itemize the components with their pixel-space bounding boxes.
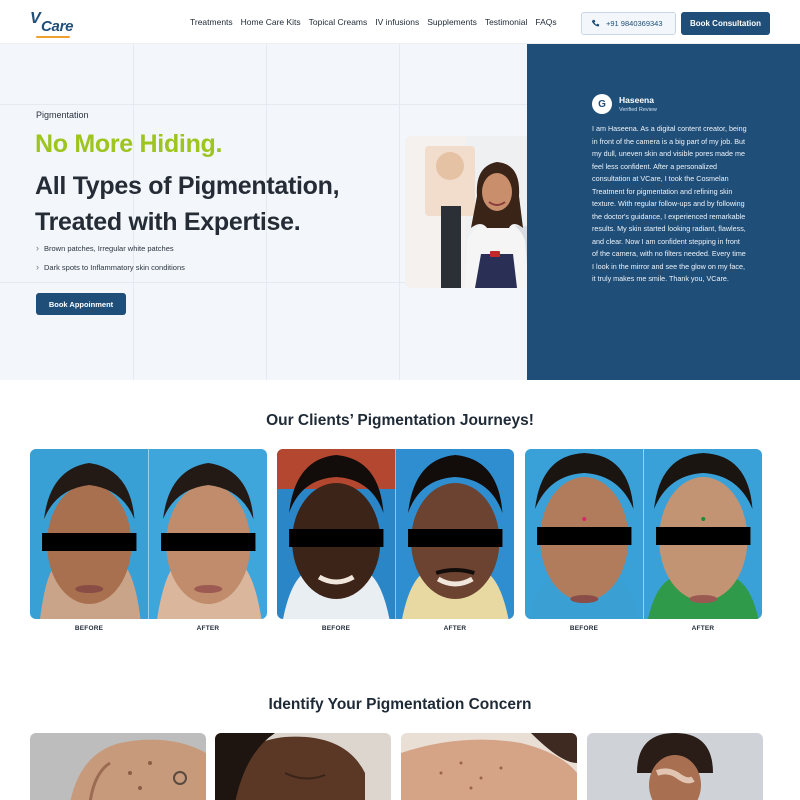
hero-eyebrow: Pigmentation <box>36 110 89 120</box>
vcare-logo[interactable]: V Care <box>28 8 74 38</box>
testimonial-text: I am Haseena. As a digital content creat… <box>592 124 747 283</box>
before-label: BEFORE <box>74 625 104 632</box>
before-label: BEFORE <box>321 625 351 632</box>
verified-badge: Verified Review <box>619 107 657 113</box>
book-appointment-button[interactable]: Book Appoinment <box>36 293 126 315</box>
site-header: V Care Treatments Home Care Kits Topical… <box>0 0 800 44</box>
phone-button[interactable]: +91 9840369343 <box>581 12 676 35</box>
nav-topical-creams[interactable]: Topical Creams <box>309 17 368 27</box>
after-label: AFTER <box>691 625 715 632</box>
journey-card[interactable] <box>30 449 267 619</box>
hero-bullet: › Dark spots to Inflammatory skin condit… <box>36 262 185 272</box>
main-nav: Treatments Home Care Kits Topical Creams… <box>190 17 565 27</box>
after-photo <box>395 449 514 619</box>
nav-treatments[interactable]: Treatments <box>190 17 233 27</box>
logo-v: V <box>30 10 41 27</box>
hero-bullet-text: Dark spots to Inflammatory skin conditio… <box>44 262 185 272</box>
concern-card[interactable] <box>215 733 391 800</box>
book-consultation-button[interactable]: Book Consultation <box>681 12 770 35</box>
page: V Care Treatments Home Care Kits Topical… <box>0 0 800 800</box>
concerns-title: Identify Your Pigmentation Concern <box>268 696 532 713</box>
reviewer-name: Haseena <box>619 95 654 105</box>
reviewer-avatar: G <box>592 94 612 114</box>
logo-text: Care <box>41 18 74 35</box>
phone-number: +91 9840369343 <box>606 19 663 28</box>
nav-supplements[interactable]: Supplements <box>427 17 477 27</box>
nav-iv-infusions[interactable]: IV infusions <box>375 17 419 27</box>
hero-headline-accent: No More Hiding. <box>35 130 223 158</box>
testimonial-card: G Haseena Verified Review I am Haseena. … <box>527 44 800 380</box>
before-photo <box>525 449 644 619</box>
nav-home-care-kits[interactable]: Home Care Kits <box>241 17 301 27</box>
hero-headline: All Types of Pigmentation, Treated with … <box>35 172 340 236</box>
after-photo <box>148 449 267 619</box>
after-label: AFTER <box>443 625 467 632</box>
chevron-right-icon: › <box>36 243 39 253</box>
phone-icon <box>591 19 600 27</box>
hero-bullets: › Brown patches, Irregular white patches… <box>36 243 185 281</box>
after-label: AFTER <box>196 625 220 632</box>
before-photo <box>277 449 396 619</box>
hero-bullet: › Brown patches, Irregular white patches <box>36 243 185 253</box>
journeys-title: Our Clients’ Pigmentation Journeys! <box>266 412 534 429</box>
before-photo <box>30 449 149 619</box>
after-photo <box>643 449 762 619</box>
nav-testimonial[interactable]: Testimonial <box>485 17 528 27</box>
grid-line <box>0 104 527 105</box>
journey-card[interactable] <box>277 449 514 619</box>
hero-bullet-text: Brown patches, Irregular white patches <box>44 243 174 253</box>
concern-card[interactable] <box>30 733 206 800</box>
concern-card[interactable] <box>401 733 577 800</box>
nav-faqs[interactable]: FAQs <box>535 17 556 27</box>
chevron-right-icon: › <box>36 262 39 272</box>
concern-card[interactable] <box>587 733 763 800</box>
journey-card[interactable] <box>525 449 762 619</box>
logo-swoosh <box>36 36 70 38</box>
before-label: BEFORE <box>569 625 599 632</box>
